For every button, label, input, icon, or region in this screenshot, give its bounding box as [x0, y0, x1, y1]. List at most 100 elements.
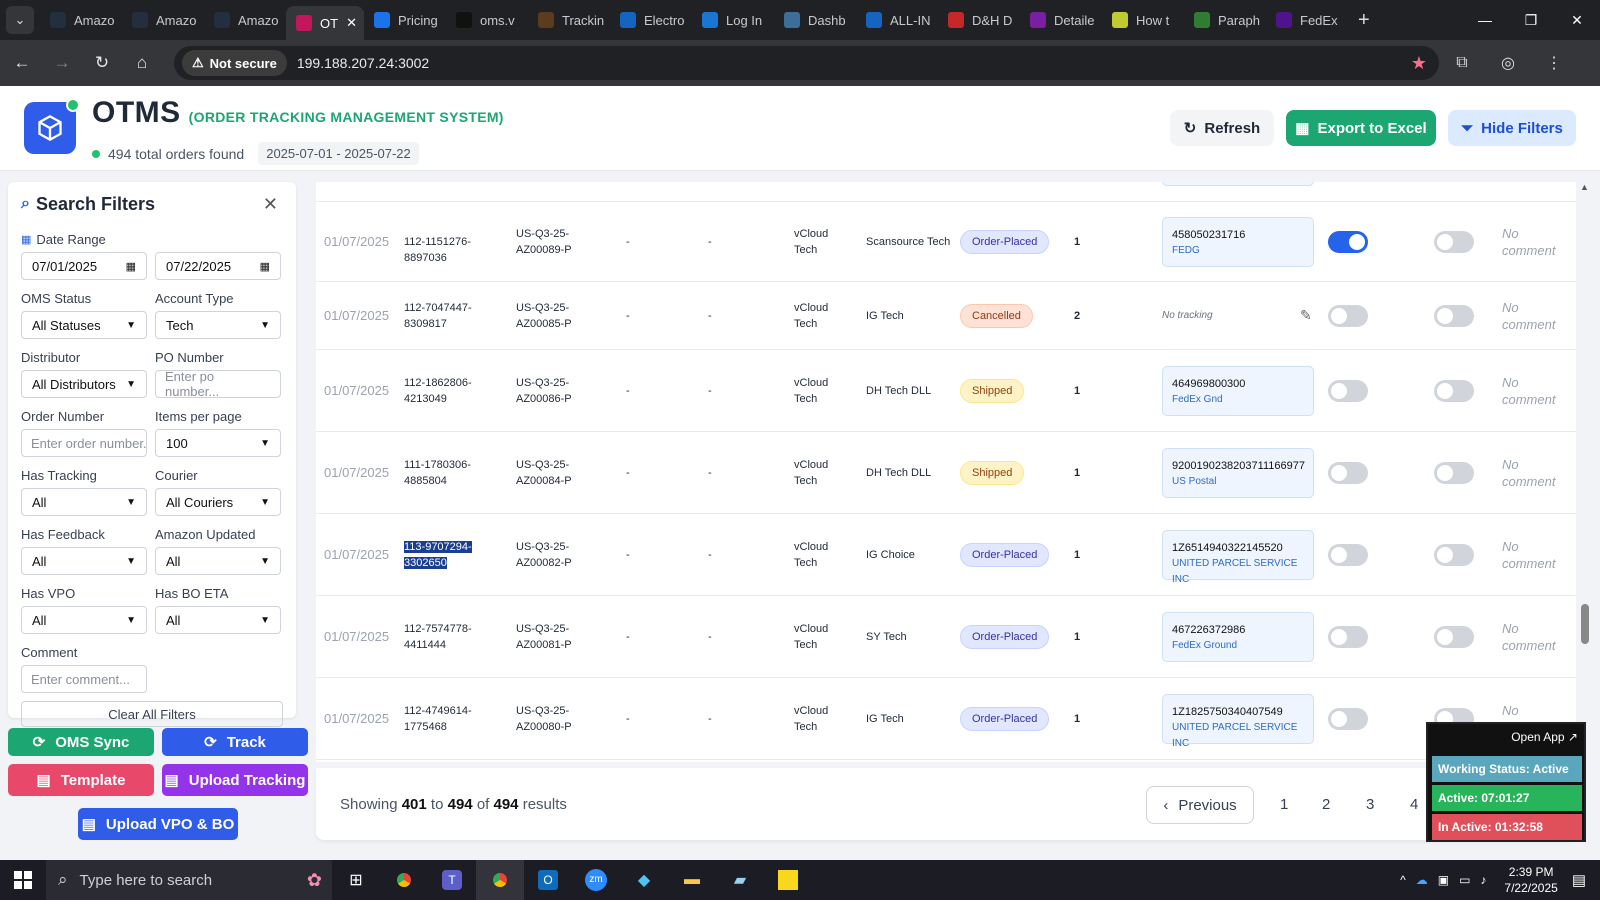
minimize-icon[interactable]: —: [1462, 0, 1508, 40]
browser-tab[interactable]: Pricing: [364, 0, 446, 40]
reload-icon[interactable]: ↻: [84, 45, 120, 81]
browser-tab[interactable]: How t: [1102, 0, 1184, 40]
order-number[interactable]: 111-1780306-4885804: [404, 457, 504, 489]
refresh-button[interactable]: ↻ Refresh: [1170, 110, 1274, 146]
browser-tab[interactable]: Paraph: [1184, 0, 1266, 40]
tracking-box[interactable]: 458050231716 FEDG: [1162, 217, 1314, 267]
has-vpo-select[interactable]: All ▼: [21, 606, 147, 634]
edit-pencil-icon[interactable]: ✎: [1300, 307, 1312, 324]
home-icon[interactable]: ⌂: [124, 45, 160, 81]
amazon-updated-toggle[interactable]: [1328, 305, 1368, 327]
courier-select[interactable]: All Couriers ▼: [155, 488, 281, 516]
distributor-select[interactable]: All Distributors ▼: [21, 370, 147, 398]
browser-tab[interactable]: D&H D: [938, 0, 1020, 40]
feedback-toggle[interactable]: [1434, 544, 1474, 566]
browser-tab[interactable]: OT ✕: [286, 6, 364, 40]
date-from-input[interactable]: 07/01/2025 ▦: [21, 252, 147, 280]
tracking-box[interactable]: 467226372986 FedEx Ground: [1162, 612, 1314, 662]
back-icon[interactable]: ←: [4, 45, 40, 81]
table-row[interactable]: 01/07/2025 113-9707294-3302650 US-Q3-25-AZ…: [316, 514, 1576, 596]
order-number[interactable]: 112-1151276-8897036: [404, 234, 504, 266]
order-number[interactable]: 112-1862806-4213049: [404, 375, 504, 407]
feedback-toggle[interactable]: [1434, 380, 1474, 402]
track-button[interactable]: ⟳ Track: [162, 728, 308, 756]
has-bo-eta-select[interactable]: All ▼: [155, 606, 281, 634]
oms-status-select[interactable]: All Statuses ▼: [21, 311, 147, 339]
browser-tab[interactable]: Amazo: [40, 0, 122, 40]
notifications-icon[interactable]: ▤: [1572, 871, 1586, 889]
tracking-box[interactable]: 464969800300 FedEx Gnd: [1162, 366, 1314, 416]
taskbar-clock[interactable]: 2:39 PM 7/22/2025: [1504, 864, 1557, 896]
feedback-toggle[interactable]: [1434, 305, 1474, 327]
amazon-updated-toggle[interactable]: [1328, 231, 1368, 253]
oms-sync-button[interactable]: ⟳ OMS Sync: [8, 728, 154, 756]
scroll-up-icon[interactable]: ▲: [1580, 182, 1589, 192]
po-number-input[interactable]: Enter po number...: [155, 369, 281, 399]
browser-tab[interactable]: Amazo: [204, 0, 286, 40]
chrome-profile-icon[interactable]: [476, 860, 524, 900]
date-to-input[interactable]: 07/22/2025 ▦: [155, 252, 281, 280]
bookmark-star-icon[interactable]: ★: [1411, 53, 1427, 74]
clear-filters-button[interactable]: Clear All Filters: [21, 701, 283, 727]
zoom-icon[interactable]: zm: [572, 860, 620, 900]
amazon-updated-select[interactable]: All ▼: [155, 547, 281, 575]
hide-filters-button[interactable]: ⏷ Hide Filters: [1448, 110, 1576, 146]
network-icon[interactable]: ▣: [1438, 873, 1449, 887]
items-per-page-select[interactable]: 100 ▼: [155, 429, 281, 457]
outlook-icon[interactable]: O: [524, 860, 572, 900]
calendar-picker-icon[interactable]: ▦: [126, 260, 136, 273]
browser-tab[interactable]: Amazo: [122, 0, 204, 40]
table-row[interactable]: 01/07/2025 112-1151276-8897036 US-Q3-25-AZ…: [316, 202, 1576, 282]
account-type-select[interactable]: Tech ▼: [155, 311, 281, 339]
browser-tab[interactable]: FedEx: [1266, 0, 1348, 40]
file-explorer-icon[interactable]: ▬: [668, 860, 716, 900]
has-feedback-select[interactable]: All ▼: [21, 547, 147, 575]
menu-icon[interactable]: ⋮: [1531, 53, 1577, 73]
browser-tab[interactable]: Electro: [610, 0, 692, 40]
browser-tab[interactable]: Trackin: [528, 0, 610, 40]
comment-text[interactable]: No comment: [1502, 299, 1562, 333]
tracking-box[interactable]: 1Z1825750340407549 UNITED PARCEL SERVICE …: [1162, 694, 1314, 749]
chevron-up-icon[interactable]: ^: [1400, 873, 1406, 887]
browser-tab[interactable]: Detaile: [1020, 0, 1102, 40]
tracking-box[interactable]: 9200190238203711166977 US Postal: [1162, 448, 1314, 498]
extensions-icon[interactable]: ⧉: [1439, 54, 1485, 72]
feedback-toggle[interactable]: [1434, 626, 1474, 648]
display-icon[interactable]: ▭: [1459, 873, 1470, 887]
order-number-input[interactable]: Enter order number...: [21, 429, 147, 457]
page-number-button[interactable]: 4: [1410, 796, 1418, 813]
volume-icon[interactable]: ♪: [1480, 873, 1486, 887]
has-tracking-select[interactable]: All ▼: [21, 488, 147, 516]
teams-icon[interactable]: T: [428, 860, 476, 900]
upload-tracking-button[interactable]: ▤ Upload Tracking: [162, 764, 308, 796]
page-number-button[interactable]: 3: [1366, 796, 1374, 813]
scroll-thumb[interactable]: [1581, 604, 1589, 644]
table-row[interactable]: 01/07/2025 112-7047447-8309817 US-Q3-25-AZ…: [316, 282, 1576, 350]
onedrive-icon[interactable]: ☁: [1416, 873, 1428, 887]
omnibox[interactable]: ⚠ Not secure 199.188.207.24:3002 ★: [174, 46, 1439, 80]
comment-input[interactable]: Enter comment...: [21, 665, 147, 693]
table-row[interactable]: 01/07/2025 112-4749614-1775468 US-Q3-25-AZ…: [316, 678, 1576, 760]
taskbar-search[interactable]: ⌕ Type here to search ✿: [46, 860, 332, 900]
profile-icon[interactable]: ◎: [1485, 53, 1531, 73]
windows-start-icon[interactable]: [0, 860, 46, 900]
new-tab-button[interactable]: +: [1358, 9, 1370, 32]
browser-tab[interactable]: Dashb: [774, 0, 856, 40]
table-row[interactable]: 01/07/2025 112-7574778-4411444 US-Q3-25-AZ…: [316, 596, 1576, 678]
task-view-icon[interactable]: ⊞: [332, 860, 380, 900]
calendar-picker-icon[interactable]: ▦: [260, 260, 270, 273]
upload-vpo-bo-button[interactable]: ▤ Upload VPO & BO: [78, 808, 238, 840]
order-number[interactable]: 113-9707294-3302650: [404, 539, 504, 571]
not-secure-badge[interactable]: ⚠ Not secure: [182, 50, 287, 76]
close-window-icon[interactable]: ✕: [1554, 0, 1600, 40]
feedback-toggle[interactable]: [1434, 231, 1474, 253]
chrome-icon[interactable]: [380, 860, 428, 900]
notepad-icon[interactable]: ▰: [716, 860, 764, 900]
sticky-notes-icon[interactable]: [764, 860, 812, 900]
restore-icon[interactable]: ❐: [1508, 0, 1554, 40]
browser-tab[interactable]: oms.v: [446, 0, 528, 40]
tracking-box[interactable]: 1Z6514940322145520 UNITED PARCEL SERVICE …: [1162, 530, 1314, 585]
table-row[interactable]: 01/07/2025 111-1780306-4885804 US-Q3-25-AZ…: [316, 432, 1576, 514]
comment-text[interactable]: No comment: [1502, 225, 1562, 259]
order-number[interactable]: 112-7574778-4411444: [404, 621, 504, 653]
